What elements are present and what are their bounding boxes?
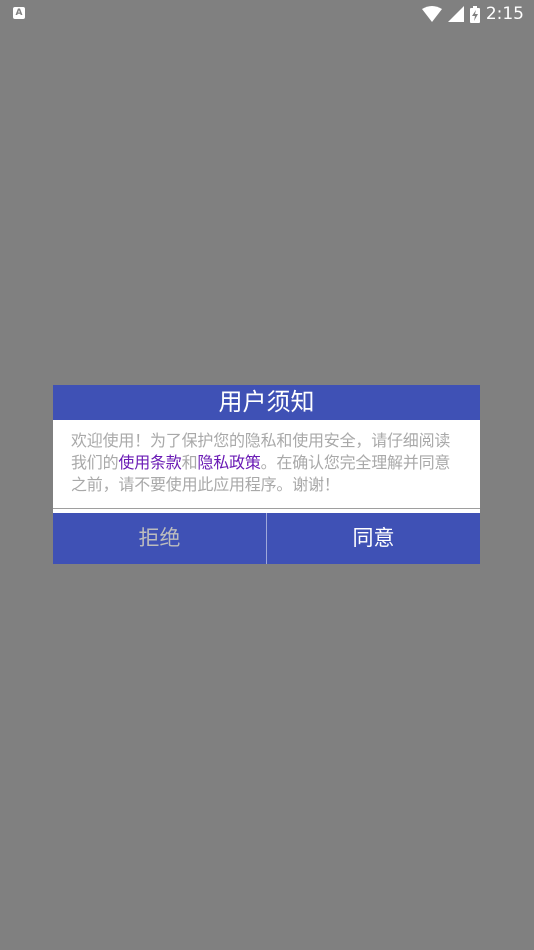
battery-charging-icon [469, 5, 480, 23]
privacy-policy-link[interactable]: 隐私政策 [197, 453, 260, 472]
wifi-icon [421, 6, 442, 22]
clock-time: 2:15 [485, 4, 524, 24]
cellular-signal-icon [447, 6, 464, 22]
dialog-title: 用户须知 [53, 385, 480, 420]
status-bar: A 2:15 [0, 0, 534, 28]
user-notice-dialog: 用户须知 欢迎使用！为了保护您的隐私和使用安全，请仔细阅读我们的使用条款和隐私政… [53, 385, 480, 564]
dialog-message: 欢迎使用！为了保护您的隐私和使用安全，请仔细阅读我们的使用条款和隐私政策。在确认… [53, 420, 480, 508]
reject-button[interactable]: 拒绝 [53, 513, 267, 564]
terms-of-use-link[interactable]: 使用条款 [118, 453, 181, 472]
dialog-button-row: 拒绝 同意 [53, 513, 480, 564]
message-conjunction: 和 [181, 453, 198, 472]
status-indicators: 2:15 [421, 3, 524, 25]
agree-button[interactable]: 同意 [267, 513, 480, 564]
notification-app-icon: A [13, 7, 25, 19]
